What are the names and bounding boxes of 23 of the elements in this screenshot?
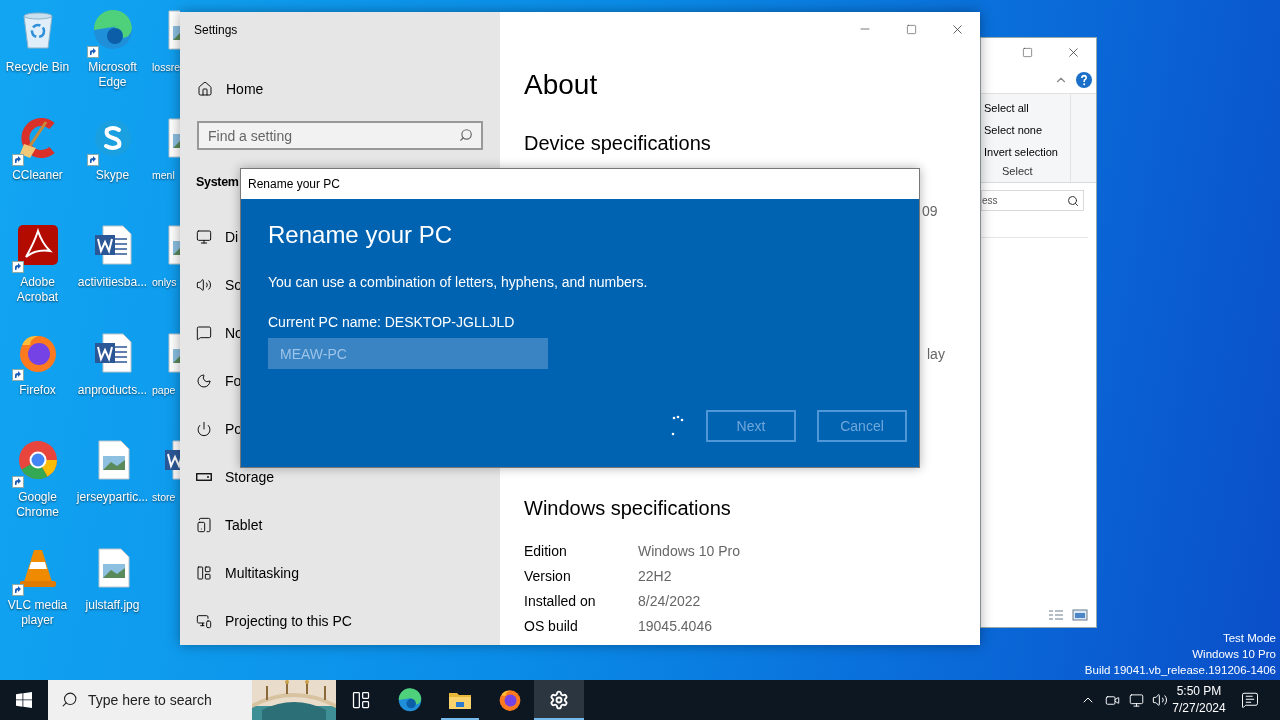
section-title: System: [196, 175, 239, 189]
spec-value: 19045.4046: [638, 617, 713, 634]
spec-value: lay: [927, 345, 946, 363]
system-info-text: Test Mode: [1222, 631, 1276, 646]
section-heading: Device specifications: [524, 131, 712, 156]
dialog-description: You can use a combination of letters, hyphens, and numbers.: [268, 273, 649, 291]
spec-value: 22H2: [638, 567, 673, 584]
spec-label: OS build: [524, 617, 579, 634]
spec-label: Edition: [524, 542, 568, 559]
system-info-text: Windows 10 Pro: [1192, 647, 1276, 662]
spec-value: Windows 10 Pro: [638, 542, 741, 559]
system-info-text: Build 19041.vb_release.191206-1406: [1084, 663, 1276, 678]
spec-label: Version: [524, 567, 572, 584]
ribbon-group-label: Select: [1002, 165, 1034, 177]
spec-value: 09: [922, 202, 939, 220]
current-name-text: Current PC name: DESKTOP-JGLLJLD: [268, 313, 516, 331]
section-heading: Windows specifications: [524, 496, 732, 521]
window-title: Settings: [194, 23, 239, 37]
page-title: About: [524, 68, 599, 102]
dialog-heading: Rename your PC: [268, 220, 454, 250]
spec-label: Installed on: [524, 592, 597, 609]
spec-value: 8/24/2022: [638, 592, 702, 609]
dialog-title: Rename your PC: [248, 177, 341, 191]
